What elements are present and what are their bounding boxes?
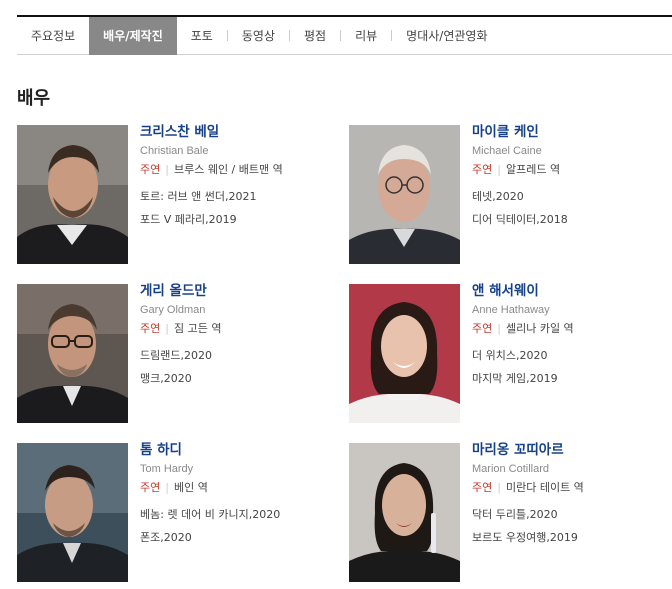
tab-cast-crew[interactable]: 배우/제작진 <box>89 16 177 55</box>
actor-english-name: Michael Caine <box>472 145 542 157</box>
actor-english-name: Anne Hathaway <box>472 304 550 316</box>
actor-role: 주연 | 미란다 테이트 역 <box>472 479 652 497</box>
role-divider: | <box>165 163 169 176</box>
actor-card: 크리스찬 베일 Christian Bale 주연 | 브루스 웨인 / 배트맨 역… <box>17 123 337 265</box>
film-link[interactable]: 더 위치스,2020 <box>472 344 652 367</box>
actor-name[interactable]: 게리 올드만 <box>140 282 320 300</box>
actor-card: 마리옹 꼬띠아르 Marion Cotillard 주연 | 미란다 테이트 역 닥… <box>349 441 669 583</box>
actor-card: 앤 해서웨이 Anne Hathaway 주연 | 셀리나 카일 역 더 위치스,2… <box>349 282 669 424</box>
actor-photo[interactable] <box>17 125 128 264</box>
character-name: 미란다 테이트 역 <box>505 481 584 494</box>
film-link[interactable]: 맹크,2020 <box>140 367 320 390</box>
role-divider: | <box>497 322 501 335</box>
film-link[interactable]: 베놈: 렛 데어 비 카니지,2020 <box>140 503 320 526</box>
actor-role: 주연 | 짐 고든 역 <box>140 320 320 338</box>
role-divider: | <box>165 481 169 494</box>
actor-role: 주연 | 브루스 웨인 / 배트맨 역 <box>140 161 320 179</box>
actor-card: 톰 하디 Tom Hardy 주연 | 베인 역 베놈: 렛 데어 비 카니지,20… <box>17 441 337 583</box>
actor-english-name: Tom Hardy <box>140 463 194 475</box>
film-link[interactable]: 테넷,2020 <box>472 185 652 208</box>
film-link[interactable]: 디어 딕테이터,2018 <box>472 208 652 231</box>
filmography: 토르: 러브 앤 썬더,2021 포드 V 페라리,2019 <box>140 185 320 231</box>
film-link[interactable]: 보르도 우정여행,2019 <box>472 526 652 549</box>
film-link[interactable]: 토르: 러브 앤 썬더,2021 <box>140 185 320 208</box>
actor-photo[interactable] <box>349 443 460 582</box>
tab-main-info[interactable]: 주요정보 <box>17 17 89 55</box>
film-link[interactable]: 폰조,2020 <box>140 526 320 549</box>
tab-quotes-related[interactable]: 명대사/연관영화 <box>392 17 501 55</box>
actor-english-name: Christian Bale <box>140 145 209 157</box>
film-link[interactable]: 포드 V 페라리,2019 <box>140 208 320 231</box>
actor-name[interactable]: 마이클 케인 <box>472 123 652 141</box>
role-type: 주연 <box>140 322 161 335</box>
character-name: 짐 고든 역 <box>173 322 222 335</box>
film-link[interactable]: 닥터 두리틀,2020 <box>472 503 652 526</box>
actor-photo[interactable] <box>17 443 128 582</box>
filmography: 베놈: 렛 데어 비 카니지,2020 폰조,2020 <box>140 503 320 549</box>
tab-review[interactable]: 리뷰 <box>341 17 391 55</box>
role-divider: | <box>497 163 501 176</box>
actor-role: 주연 | 셀리나 카일 역 <box>472 320 652 338</box>
filmography: 테넷,2020 디어 딕테이터,2018 <box>472 185 652 231</box>
role-type: 주연 <box>472 322 493 335</box>
actor-role: 주연 | 알프레드 역 <box>472 161 652 179</box>
character-name: 브루스 웨인 / 배트맨 역 <box>173 163 283 176</box>
role-divider: | <box>497 481 501 494</box>
filmography: 더 위치스,2020 마지막 게임,2019 <box>472 344 652 390</box>
role-divider: | <box>165 322 169 335</box>
actor-photo[interactable] <box>349 284 460 423</box>
tab-bar: 주요정보 배우/제작진 포토 동영상 평점 리뷰 명대사/연관영화 <box>17 15 672 55</box>
actor-name[interactable]: 앤 해서웨이 <box>472 282 652 300</box>
actor-card: 마이클 케인 Michael Caine 주연 | 알프레드 역 테넷,2020 디… <box>349 123 669 265</box>
actor-english-name: Marion Cotillard <box>472 463 550 475</box>
tab-video[interactable]: 동영상 <box>228 17 289 55</box>
filmography: 닥터 두리틀,2020 보르도 우정여행,2019 <box>472 503 652 549</box>
section-title: 배우 <box>17 88 51 109</box>
actor-role: 주연 | 베인 역 <box>140 479 320 497</box>
actor-card: 게리 올드만 Gary Oldman 주연 | 짐 고든 역 드림랜드,2020 맹… <box>17 282 337 424</box>
role-type: 주연 <box>140 481 161 494</box>
character-name: 베인 역 <box>173 481 208 494</box>
role-type: 주연 <box>140 163 161 176</box>
role-type: 주연 <box>472 163 493 176</box>
actor-english-name: Gary Oldman <box>140 304 206 316</box>
role-type: 주연 <box>472 481 493 494</box>
tab-photo[interactable]: 포토 <box>177 17 227 55</box>
actor-name[interactable]: 톰 하디 <box>140 441 320 459</box>
actor-name[interactable]: 크리스찬 베일 <box>140 123 320 141</box>
actor-photo[interactable] <box>17 284 128 423</box>
filmography: 드림랜드,2020 맹크,2020 <box>140 344 320 390</box>
actor-photo[interactable] <box>349 125 460 264</box>
character-name: 알프레드 역 <box>505 163 561 176</box>
character-name: 셀리나 카일 역 <box>505 322 574 335</box>
film-link[interactable]: 마지막 게임,2019 <box>472 367 652 390</box>
actor-name[interactable]: 마리옹 꼬띠아르 <box>472 441 652 459</box>
tab-rating[interactable]: 평점 <box>290 17 340 55</box>
film-link[interactable]: 드림랜드,2020 <box>140 344 320 367</box>
